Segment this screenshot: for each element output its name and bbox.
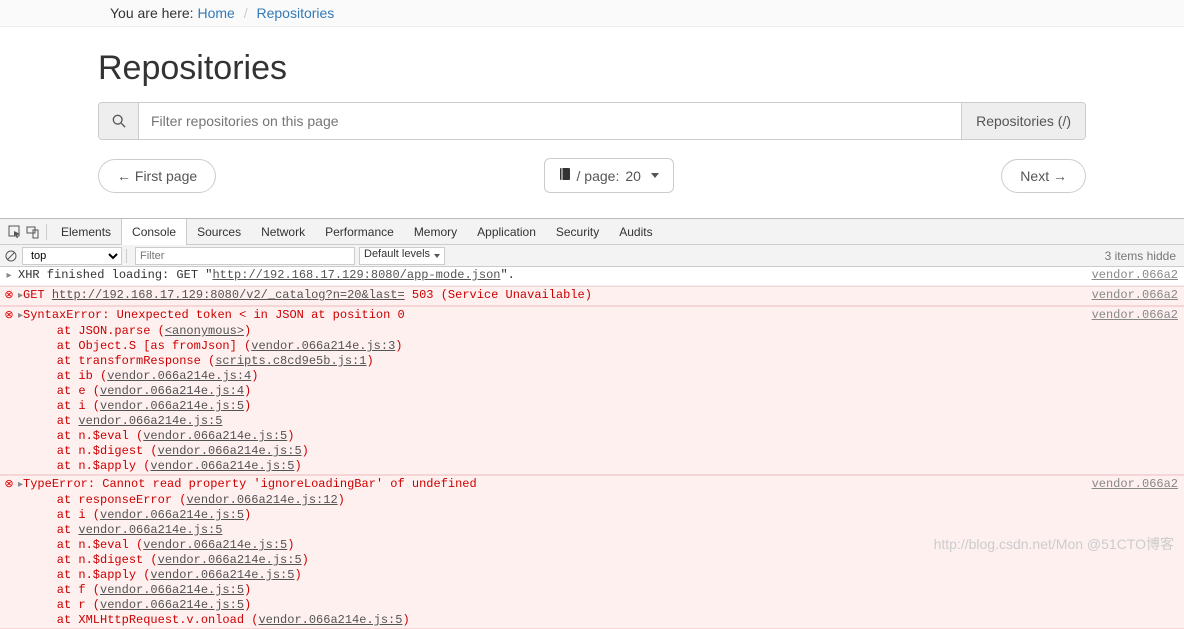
devtools-panel: Elements Console Sources Network Perform… [0, 218, 1184, 629]
inspect-icon[interactable] [6, 225, 24, 239]
stack-file-link[interactable]: vendor.066a214e.js:5 [143, 538, 287, 552]
pager: ← First page / page: 20 Next → [98, 158, 1086, 193]
clear-console-icon[interactable] [0, 250, 22, 262]
error-icon: ⊗ [4, 290, 13, 302]
search-icon [99, 103, 139, 139]
stack-file-link[interactable]: vendor.066a214e.js:5 [78, 523, 222, 537]
page-title: Repositories [98, 49, 1086, 88]
console-output: ▸ XHR finished loading: GET "http://192.… [0, 267, 1184, 629]
tab-performance[interactable]: Performance [315, 219, 404, 245]
get-status: 503 (Service Unavailable) [405, 288, 592, 302]
book-icon [559, 167, 571, 184]
stack-file-link[interactable]: vendor.066a214e.js:5 [100, 598, 244, 612]
tab-elements[interactable]: Elements [51, 219, 121, 245]
console-log-row: ▸ XHR finished loading: GET "http://192.… [0, 267, 1184, 286]
log-source-link[interactable]: vendor.066a2 [1092, 308, 1184, 324]
next-page-button[interactable]: Next → [1001, 159, 1086, 193]
stack-file-link[interactable]: vendor.066a214e.js:5 [78, 414, 222, 428]
filter-bar: Repositories (/) [98, 102, 1086, 140]
stack-file-link[interactable]: vendor.066a214e.js:3 [251, 339, 395, 353]
xhr-prefix: XHR finished loading: GET " [18, 268, 212, 282]
tab-network[interactable]: Network [251, 219, 315, 245]
chevron-down-icon [651, 173, 659, 178]
per-page-dropdown[interactable]: / page: 20 [544, 158, 674, 193]
xhr-url[interactable]: http://192.168.17.129:8080/app-mode.json [212, 268, 500, 282]
context-select[interactable]: top [22, 247, 122, 265]
console-toolbar: top Default levels 3 items hidde [0, 245, 1184, 267]
xhr-suffix: ". [500, 268, 514, 282]
error-icon: ⊗ [4, 310, 13, 322]
breadcrumb-prefix: You are here: [110, 5, 194, 21]
divider [126, 249, 127, 263]
breadcrumb: You are here: Home / Repositories [0, 0, 1184, 27]
stack-file-link[interactable]: vendor.066a214e.js:5 [158, 444, 302, 458]
stack-file-link[interactable]: vendor.066a214e.js:5 [158, 553, 302, 567]
tab-console[interactable]: Console [121, 219, 187, 245]
watermark: http://blog.csdn.net/Mon @51CTO博客 [934, 534, 1174, 554]
log-source-link[interactable]: vendor.066a2 [1092, 268, 1184, 283]
tab-application[interactable]: Application [467, 219, 546, 245]
tab-security[interactable]: Security [546, 219, 609, 245]
first-page-button[interactable]: ← First page [98, 159, 216, 193]
tab-sources[interactable]: Sources [187, 219, 251, 245]
stack-file-link[interactable]: scripts.c8cd9e5b.js:1 [215, 354, 366, 368]
console-error-row: ⊗ ▸SyntaxError: Unexpected token < in JS… [0, 306, 1184, 475]
get-label: GET [23, 288, 45, 302]
stack-file-link[interactable]: vendor.066a214e.js:5 [100, 399, 244, 413]
breadcrumb-current[interactable]: Repositories [256, 5, 334, 21]
stack-file-link[interactable]: vendor.066a214e.js:4 [107, 369, 251, 383]
tab-audits[interactable]: Audits [609, 219, 662, 245]
hidden-items-label: 3 items hidde [1105, 249, 1184, 263]
expand-icon[interactable]: ▸ [6, 271, 11, 282]
divider [46, 224, 47, 240]
stack-file-link[interactable]: <anonymous> [165, 324, 244, 338]
stack-file-link[interactable]: vendor.066a214e.js:4 [100, 384, 244, 398]
get-url[interactable]: http://192.168.17.129:8080/v2/_catalog?n… [52, 288, 405, 302]
log-levels-dropdown[interactable]: Default levels [359, 247, 445, 265]
stack-file-link[interactable]: vendor.066a214e.js:12 [186, 493, 337, 507]
breadcrumb-divider: / [239, 5, 253, 21]
stack-trace: at responseError (vendor.066a214e.js:12)… [0, 493, 1184, 628]
device-toggle-icon[interactable] [24, 225, 42, 239]
stack-file-link[interactable]: vendor.066a214e.js:5 [150, 568, 294, 582]
stack-file-link[interactable]: vendor.066a214e.js:5 [143, 429, 287, 443]
stack-file-link[interactable]: vendor.066a214e.js:5 [100, 583, 244, 597]
error-icon: ⊗ [4, 479, 13, 491]
devtools-tab-bar: Elements Console Sources Network Perform… [0, 219, 1184, 245]
stack-file-link[interactable]: vendor.066a214e.js:5 [258, 613, 402, 627]
tab-memory[interactable]: Memory [404, 219, 467, 245]
console-error-row: ⊗ ▸GET http://192.168.17.129:8080/v2/_ca… [0, 286, 1184, 306]
console-filter-input[interactable] [135, 247, 355, 265]
filter-input[interactable] [139, 103, 961, 139]
stack-trace: at JSON.parse (<anonymous>) at Object.S … [0, 324, 1184, 474]
stack-file-link[interactable]: vendor.066a214e.js:5 [150, 459, 294, 473]
type-error-msg: TypeError: Cannot read property 'ignoreL… [23, 477, 477, 491]
stack-file-link[interactable]: vendor.066a214e.js:5 [100, 508, 244, 522]
per-page-prefix: / page: [577, 168, 620, 184]
log-source-link[interactable]: vendor.066a2 [1092, 477, 1184, 493]
log-source-link[interactable]: vendor.066a2 [1092, 288, 1184, 303]
per-page-value: 20 [625, 168, 641, 184]
syntax-error-msg: SyntaxError: Unexpected token < in JSON … [23, 308, 405, 322]
breadcrumb-home[interactable]: Home [197, 5, 234, 21]
repositories-count-addon: Repositories (/) [961, 103, 1085, 139]
